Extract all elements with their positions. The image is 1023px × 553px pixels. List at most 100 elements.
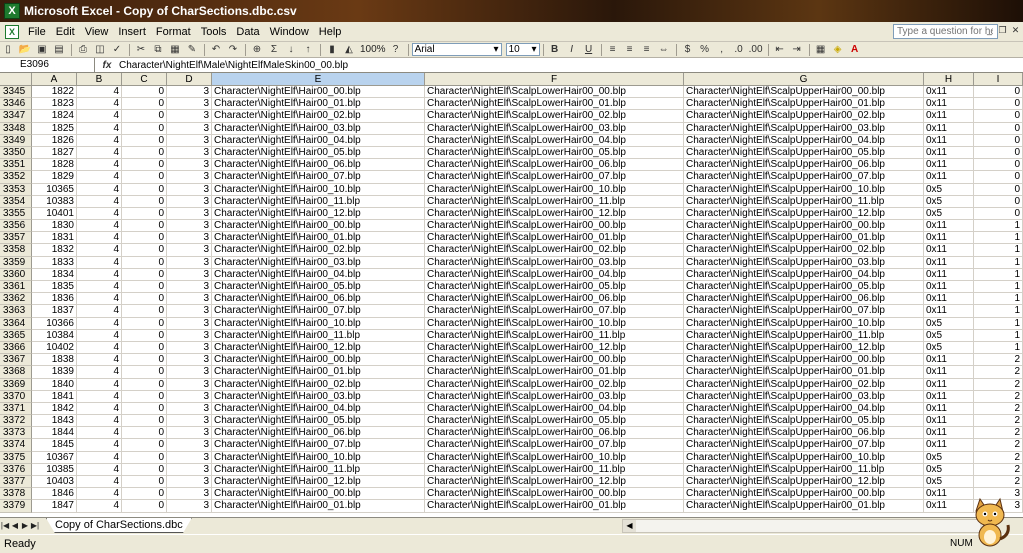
cell-b[interactable]: 4 xyxy=(77,341,122,355)
cell-e[interactable]: Character\NightElf\Hair00_02.blp xyxy=(212,244,425,257)
row-header[interactable]: 3359 xyxy=(0,256,32,269)
cell-h[interactable]: 0x5 xyxy=(924,183,974,196)
cell-e[interactable]: Character\NightElf\Hair00_01.blp xyxy=(212,232,425,245)
row-header[interactable]: 3345 xyxy=(0,86,32,99)
cell-b[interactable]: 4 xyxy=(77,244,122,257)
cell-c[interactable]: 0 xyxy=(122,207,167,221)
cell-d[interactable]: 3 xyxy=(167,451,212,464)
cell-i[interactable]: 0 xyxy=(974,98,1023,111)
cell-i[interactable]: 2 xyxy=(974,366,1023,379)
row-header[interactable]: 3379 xyxy=(0,500,32,513)
cell-c[interactable]: 0 xyxy=(122,195,167,208)
cell-b[interactable]: 4 xyxy=(77,281,122,294)
cell-f[interactable]: Character\NightElf\ScalpLowerHair00_06.b… xyxy=(425,293,684,306)
cell-c[interactable]: 0 xyxy=(122,354,167,367)
cell-h[interactable]: 0x11 xyxy=(924,86,974,99)
cell-e[interactable]: Character\NightElf\Hair00_11.blp xyxy=(212,195,425,208)
cell-i[interactable]: 2 xyxy=(974,463,1023,476)
cell-c[interactable]: 0 xyxy=(122,439,167,452)
sheet-tab[interactable]: Copy of CharSections.dbc xyxy=(46,518,192,533)
cell-g[interactable]: Character\NightElf\ScalpUpperHair00_04.b… xyxy=(684,134,924,147)
cell-a[interactable]: 1829 xyxy=(32,171,77,184)
cell-e[interactable]: Character\NightElf\Hair00_00.blp xyxy=(212,488,425,501)
font-color-icon[interactable]: A xyxy=(847,43,863,57)
cell-f[interactable]: Character\NightElf\ScalpLowerHair00_03.b… xyxy=(425,122,684,135)
workbook-icon[interactable]: X xyxy=(5,24,19,39)
cell-c[interactable]: 0 xyxy=(122,402,167,416)
cell-d[interactable]: 3 xyxy=(167,146,212,160)
cell-f[interactable]: Character\NightElf\ScalpLowerHair00_06.b… xyxy=(425,427,684,440)
cell-g[interactable]: Character\NightElf\ScalpUpperHair00_00.b… xyxy=(684,488,924,501)
cell-b[interactable]: 4 xyxy=(77,500,122,513)
cell-c[interactable]: 0 xyxy=(122,244,167,257)
cell-i[interactable]: 1 xyxy=(974,220,1023,233)
cell-a[interactable]: 1832 xyxy=(32,244,77,257)
cell-d[interactable]: 3 xyxy=(167,281,212,294)
font-name-select[interactable]: Arial ▾ xyxy=(411,43,502,56)
cell-d[interactable]: 3 xyxy=(167,463,212,476)
cell-d[interactable]: 3 xyxy=(167,390,212,403)
cell-c[interactable]: 0 xyxy=(122,305,167,318)
cell-d[interactable]: 3 xyxy=(167,244,212,257)
cell-d[interactable]: 3 xyxy=(167,256,212,269)
cell-g[interactable]: Character\NightElf\ScalpUpperHair00_00.b… xyxy=(684,354,924,367)
cell-d[interactable]: 3 xyxy=(167,488,212,501)
cell-b[interactable]: 4 xyxy=(77,195,122,208)
cell-d[interactable]: 3 xyxy=(167,195,212,208)
cell-c[interactable]: 0 xyxy=(122,341,167,355)
cell-a[interactable]: 1847 xyxy=(32,500,77,513)
row-header[interactable]: 3369 xyxy=(0,378,32,391)
cell-a[interactable]: 10383 xyxy=(32,195,77,208)
cell-a[interactable]: 1824 xyxy=(32,110,77,123)
column-header-e[interactable]: E xyxy=(212,73,425,86)
column-header-b[interactable]: B xyxy=(77,73,122,86)
cell-d[interactable]: 3 xyxy=(167,415,212,428)
cell-b[interactable]: 4 xyxy=(77,183,122,196)
row-header[interactable]: 3363 xyxy=(0,305,32,318)
cell-f[interactable]: Character\NightElf\ScalpLowerHair00_01.b… xyxy=(425,500,684,513)
cell-e[interactable]: Character\NightElf\Hair00_01.blp xyxy=(212,98,425,111)
row-header[interactable]: 3377 xyxy=(0,476,32,489)
row-header[interactable]: 3376 xyxy=(0,463,32,476)
cell-a[interactable]: 1825 xyxy=(32,122,77,135)
cell-b[interactable]: 4 xyxy=(77,378,122,391)
cell-h[interactable]: 0x11 xyxy=(924,354,974,367)
cell-b[interactable]: 4 xyxy=(77,146,122,160)
cell-b[interactable]: 4 xyxy=(77,110,122,123)
cell-b[interactable]: 4 xyxy=(77,488,122,501)
cell-i[interactable]: 1 xyxy=(974,341,1023,355)
cell-c[interactable]: 0 xyxy=(122,293,167,306)
cell-f[interactable]: Character\NightElf\ScalpLowerHair00_11.b… xyxy=(425,329,684,342)
cell-e[interactable]: Character\NightElf\Hair00_12.blp xyxy=(212,476,425,489)
row-header[interactable]: 3351 xyxy=(0,159,32,172)
cell-b[interactable]: 4 xyxy=(77,220,122,233)
cell-a[interactable]: 1836 xyxy=(32,293,77,306)
cell-d[interactable]: 3 xyxy=(167,268,212,281)
align-left-icon[interactable]: ≡ xyxy=(605,43,621,57)
menu-format[interactable]: Format xyxy=(151,26,196,38)
cell-e[interactable]: Character\NightElf\Hair00_03.blp xyxy=(212,390,425,403)
cell-i[interactable]: 0 xyxy=(974,86,1023,99)
row-header[interactable]: 3357 xyxy=(0,232,32,245)
cell-h[interactable]: 0x11 xyxy=(924,390,974,403)
cell-g[interactable]: Character\NightElf\ScalpUpperHair00_06.b… xyxy=(684,427,924,440)
row-header[interactable]: 3378 xyxy=(0,488,32,501)
cell-h[interactable]: 0x11 xyxy=(924,439,974,452)
cell-b[interactable]: 4 xyxy=(77,451,122,464)
row-header[interactable]: 3354 xyxy=(0,195,32,208)
cell-g[interactable]: Character\NightElf\ScalpUpperHair00_11.b… xyxy=(684,463,924,476)
cell-c[interactable]: 0 xyxy=(122,476,167,489)
cell-d[interactable]: 3 xyxy=(167,159,212,172)
cell-g[interactable]: Character\NightElf\ScalpUpperHair00_01.b… xyxy=(684,366,924,379)
cell-i[interactable]: 0 xyxy=(974,159,1023,172)
cell-e[interactable]: Character\NightElf\Hair00_00.blp xyxy=(212,86,425,99)
menu-data[interactable]: Data xyxy=(231,26,264,38)
cell-i[interactable]: 1 xyxy=(974,329,1023,342)
minimize-icon[interactable]: _ xyxy=(984,25,995,36)
cell-h[interactable]: 0x11 xyxy=(924,256,974,269)
cell-h[interactable]: 0x11 xyxy=(924,232,974,245)
cell-g[interactable]: Character\NightElf\ScalpUpperHair00_07.b… xyxy=(684,305,924,318)
cell-g[interactable]: Character\NightElf\ScalpUpperHair00_05.b… xyxy=(684,415,924,428)
column-header-d[interactable]: D xyxy=(167,73,212,86)
cell-d[interactable]: 3 xyxy=(167,439,212,452)
